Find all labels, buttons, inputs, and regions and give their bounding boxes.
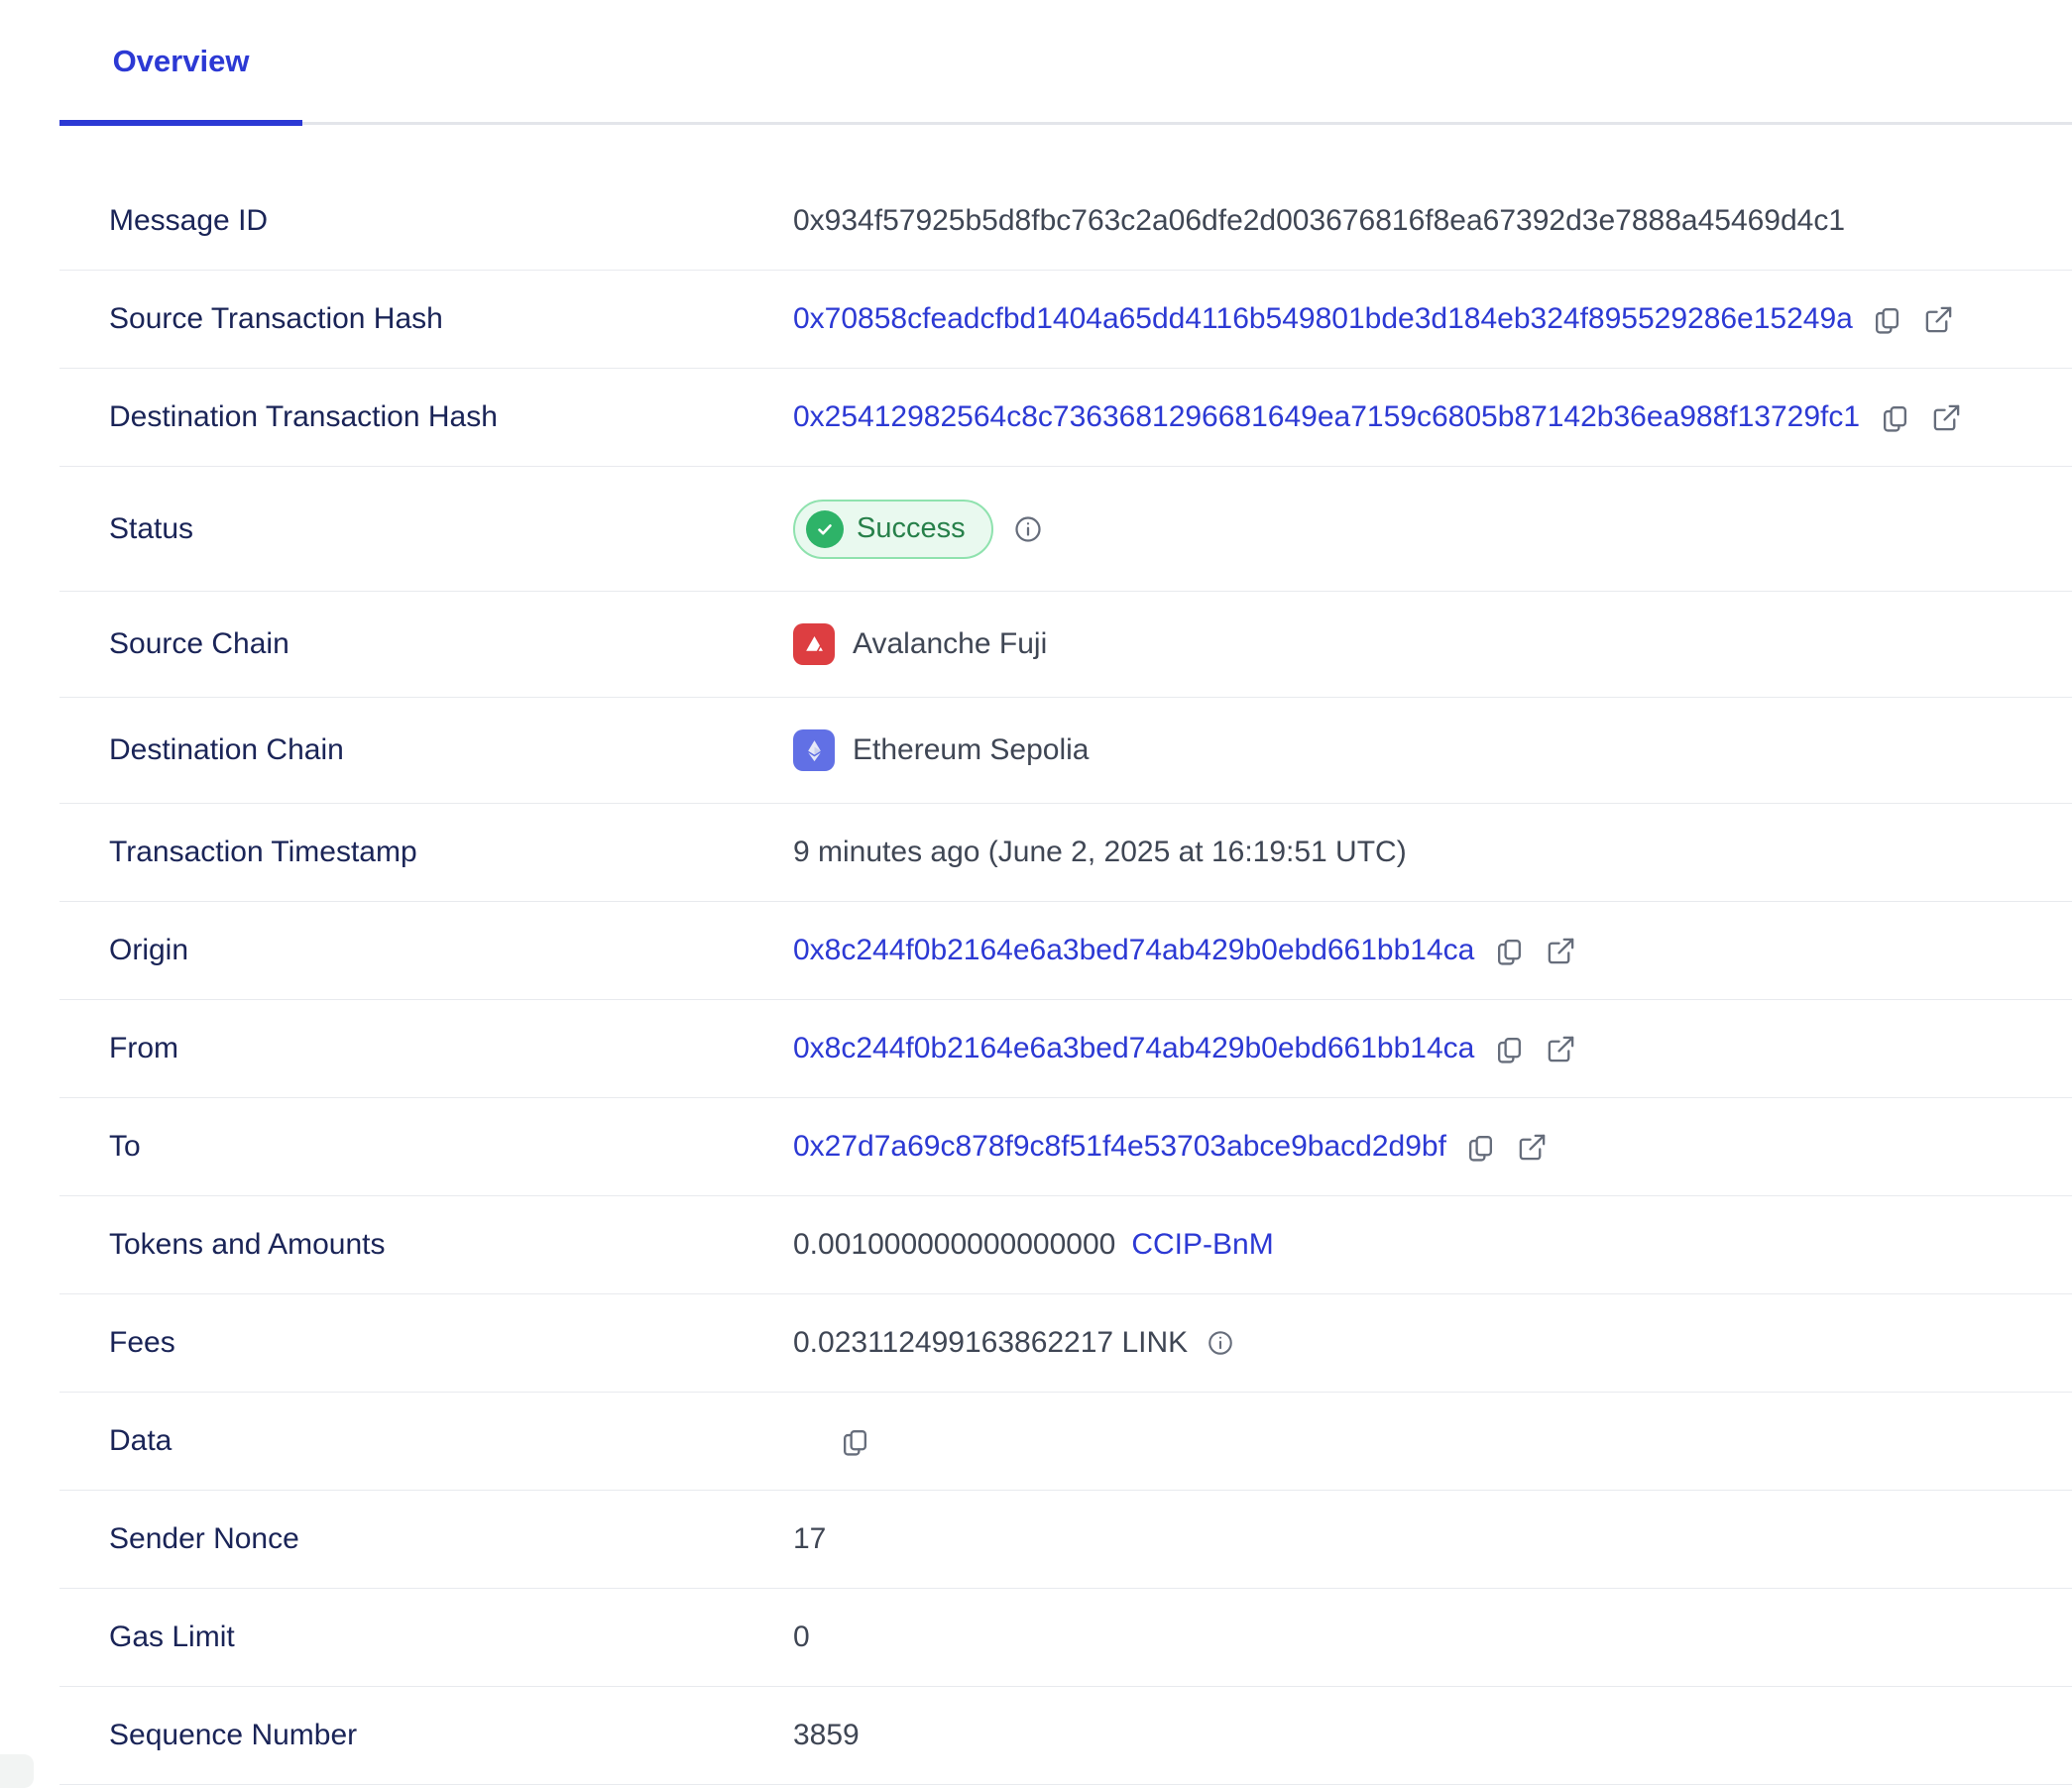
token-name-link[interactable]: CCIP-BnM: [1131, 1228, 1273, 1262]
row-source-transaction-hash: Source Transaction Hash 0x70858cfeadcfbd…: [59, 271, 2072, 369]
data-label: Data: [109, 1424, 793, 1458]
status-badge-label: Success: [857, 512, 966, 545]
row-data: Data: [59, 1393, 2072, 1491]
message-id-label: Message ID: [109, 204, 793, 238]
destination-chain-value-cell: Ethereum Sepolia: [793, 729, 1089, 771]
to-value-cell: 0x27d7a69c878f9c8f51f4e53703abce9bacd2d9…: [793, 1130, 1550, 1164]
row-tokens-and-amounts: Tokens and Amounts 0.001000000000000000 …: [59, 1196, 2072, 1294]
fees-label: Fees: [109, 1326, 793, 1360]
gas-limit-value: 0: [793, 1620, 810, 1654]
gas-limit-label: Gas Limit: [109, 1620, 793, 1654]
row-message-id: Message ID 0x934f57925b5d8fbc763c2a06dfe…: [59, 172, 2072, 271]
external-link-icon[interactable]: [1922, 302, 1956, 336]
copy-icon[interactable]: [1464, 1130, 1498, 1164]
message-id-value: 0x934f57925b5d8fbc763c2a06dfe2d003676816…: [793, 204, 1845, 238]
destination-chain-name: Ethereum Sepolia: [853, 733, 1089, 767]
destination-tx-hash-value-cell: 0x25412982564c8c7363681296681649ea7159c6…: [793, 400, 1963, 434]
row-fees: Fees 0.023112499163862217 LINK: [59, 1294, 2072, 1393]
token-amount-value: 0.001000000000000000: [793, 1228, 1115, 1262]
sequence-number-label: Sequence Number: [109, 1719, 793, 1752]
destination-tx-hash-label: Destination Transaction Hash: [109, 400, 793, 434]
from-label: From: [109, 1032, 793, 1065]
external-link-icon[interactable]: [1516, 1130, 1550, 1164]
source-tx-hash-label: Source Transaction Hash: [109, 302, 793, 336]
sequence-number-value-cell: 3859: [793, 1719, 860, 1752]
gas-limit-value-cell: 0: [793, 1620, 810, 1654]
external-link-icon[interactable]: [1544, 934, 1577, 967]
tokens-and-amounts-label: Tokens and Amounts: [109, 1228, 793, 1262]
copy-icon[interactable]: [838, 1424, 871, 1458]
tokens-and-amounts-value-cell: 0.001000000000000000 CCIP-BnM: [793, 1228, 1274, 1262]
source-chain-name: Avalanche Fuji: [853, 627, 1047, 661]
row-destination-chain: Destination Chain Ethereum Sepolia: [59, 698, 2072, 804]
row-gas-limit: Gas Limit 0: [59, 1589, 2072, 1687]
row-sequence-number: Sequence Number 3859: [59, 1687, 2072, 1785]
origin-label: Origin: [109, 934, 793, 967]
status-label: Status: [109, 512, 793, 546]
ccip-transaction-overview-page: Overview Message ID 0x934f57925b5d8fbc76…: [0, 0, 2072, 1778]
sequence-number-value: 3859: [793, 1719, 860, 1752]
external-link-icon[interactable]: [1929, 400, 1963, 434]
destination-tx-hash-link[interactable]: 0x25412982564c8c7363681296681649ea7159c6…: [793, 400, 1860, 434]
copy-icon[interactable]: [1871, 302, 1904, 336]
row-from: From 0x8c244f0b2164e6a3bed74ab429b0ebd66…: [59, 1000, 2072, 1098]
copy-icon[interactable]: [1492, 1032, 1526, 1065]
from-value-cell: 0x8c244f0b2164e6a3bed74ab429b0ebd661bb14…: [793, 1032, 1577, 1065]
transaction-timestamp-value-cell: 9 minutes ago (June 2, 2025 at 16:19:51 …: [793, 836, 1407, 869]
row-status: Status Success: [59, 467, 2072, 592]
origin-address-link[interactable]: 0x8c244f0b2164e6a3bed74ab429b0ebd661bb14…: [793, 934, 1474, 967]
check-circle-icon: [806, 510, 844, 548]
row-transaction-timestamp: Transaction Timestamp 9 minutes ago (Jun…: [59, 804, 2072, 902]
row-destination-transaction-hash: Destination Transaction Hash 0x254129825…: [59, 369, 2072, 467]
message-id-value-cell: 0x934f57925b5d8fbc763c2a06dfe2d003676816…: [793, 204, 1845, 238]
overview-table: Message ID 0x934f57925b5d8fbc763c2a06dfe…: [59, 172, 2072, 1785]
copy-icon[interactable]: [1878, 400, 1911, 434]
status-badge: Success: [793, 500, 993, 559]
row-source-chain: Source Chain Avalanche Fuji: [59, 592, 2072, 698]
tab-active-indicator: [59, 120, 302, 126]
from-address-link[interactable]: 0x8c244f0b2164e6a3bed74ab429b0ebd661bb14…: [793, 1032, 1474, 1065]
source-chain-value-cell: Avalanche Fuji: [793, 623, 1047, 665]
info-icon[interactable]: [1011, 512, 1045, 546]
sender-nonce-value: 17: [793, 1522, 826, 1556]
fees-value: 0.023112499163862217 LINK: [793, 1326, 1188, 1360]
fees-value-cell: 0.023112499163862217 LINK: [793, 1326, 1237, 1360]
row-sender-nonce: Sender Nonce 17: [59, 1491, 2072, 1589]
tab-overview[interactable]: Overview: [59, 44, 302, 79]
row-origin: Origin 0x8c244f0b2164e6a3bed74ab429b0ebd…: [59, 902, 2072, 1000]
row-to: To 0x27d7a69c878f9c8f51f4e53703abce9bacd…: [59, 1098, 2072, 1196]
transaction-timestamp-value: 9 minutes ago (June 2, 2025 at 16:19:51 …: [793, 836, 1407, 869]
tab-overview-label: Overview: [113, 44, 250, 78]
sender-nonce-value-cell: 17: [793, 1522, 826, 1556]
to-label: To: [109, 1130, 793, 1164]
source-tx-hash-link[interactable]: 0x70858cfeadcfbd1404a65dd4116b549801bde3…: [793, 302, 1853, 336]
source-tx-hash-value-cell: 0x70858cfeadcfbd1404a65dd4116b549801bde3…: [793, 302, 1956, 336]
status-value-cell: Success: [793, 500, 1045, 559]
tab-bar-divider: [59, 122, 2072, 125]
sender-nonce-label: Sender Nonce: [109, 1522, 793, 1556]
origin-value-cell: 0x8c244f0b2164e6a3bed74ab429b0ebd661bb14…: [793, 934, 1577, 967]
tab-bar: Overview: [0, 0, 2072, 126]
data-value-cell: [793, 1424, 871, 1458]
transaction-timestamp-label: Transaction Timestamp: [109, 836, 793, 869]
to-address-link[interactable]: 0x27d7a69c878f9c8f51f4e53703abce9bacd2d9…: [793, 1130, 1446, 1164]
destination-chain-label: Destination Chain: [109, 733, 793, 767]
ethereum-icon: [793, 729, 835, 771]
info-icon[interactable]: [1204, 1326, 1237, 1360]
copy-icon[interactable]: [1492, 934, 1526, 967]
external-link-icon[interactable]: [1544, 1032, 1577, 1065]
bottom-left-widget-corner: [0, 1754, 34, 1788]
source-chain-label: Source Chain: [109, 627, 793, 661]
avalanche-icon: [793, 623, 835, 665]
